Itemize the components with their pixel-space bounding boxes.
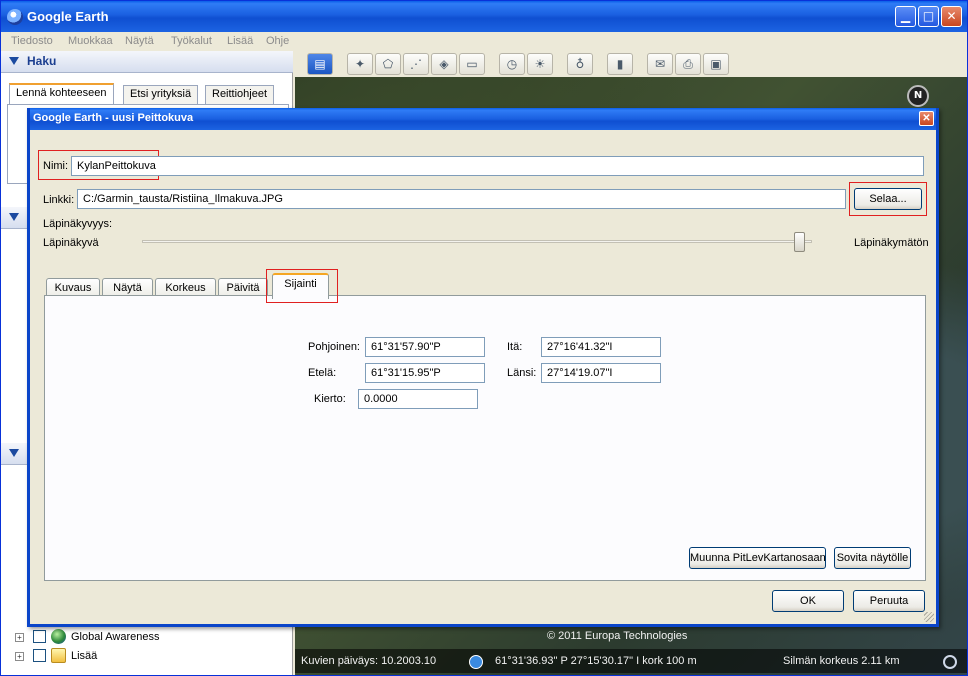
search-tabs: Lennä kohteeseen Etsi yrityksiä Reittioh…: [7, 83, 291, 106]
google-earth-icon: [7, 9, 23, 25]
collapse-arrow-icon[interactable]: [9, 57, 19, 65]
add-polygon-icon[interactable]: ⬠: [375, 53, 401, 75]
email-icon[interactable]: ✉: [647, 53, 673, 75]
search-panel-title: Haku: [27, 54, 57, 68]
highlight-location-tab: [266, 269, 338, 303]
opacity-slider-thumb[interactable]: [794, 232, 806, 252]
fit-to-screen-button[interactable]: Sovita näytölle: [834, 547, 911, 569]
dialog-close-button[interactable]: ✕: [919, 111, 934, 126]
close-button[interactable]: ✕: [941, 6, 962, 27]
globe-icon: [51, 629, 66, 644]
clock-icon[interactable]: [469, 655, 483, 669]
tab-find-businesses[interactable]: Etsi yrityksiä: [123, 85, 199, 105]
tab-fly-to[interactable]: Lennä kohteeseen: [9, 83, 114, 106]
name-input[interactable]: KylanPeittokuva: [71, 156, 924, 176]
search-panel-header[interactable]: Haku: [1, 51, 293, 73]
minimize-button[interactable]: ▁: [895, 6, 916, 27]
cursor-position: 61°31'36.93" P 27°15'30.17" I kork 100 m: [495, 655, 697, 667]
dialog-titlebar[interactable]: Google Earth - uusi Peittokuva ✕: [30, 108, 936, 130]
west-input[interactable]: 27°14'19.07"I: [541, 363, 661, 383]
menu-bar: Tiedosto Muokkaa Näytä Työkalut Lisää Oh…: [1, 32, 967, 51]
opacity-slider-track[interactable]: [142, 240, 812, 243]
compass-icon[interactable]: N: [907, 85, 929, 107]
maximize-button[interactable]: □: [918, 6, 939, 27]
record-tour-icon[interactable]: ▭: [459, 53, 485, 75]
north-input[interactable]: 61°31'57.90"P: [365, 337, 485, 357]
add-image-overlay-icon[interactable]: ◈: [431, 53, 457, 75]
layer-checkbox[interactable]: [33, 649, 46, 662]
east-label: Itä:: [507, 341, 523, 353]
south-label: Etelä:: [308, 367, 337, 379]
convert-button[interactable]: Muunna PitLevKartanosaan: [689, 547, 826, 569]
link-label: Linkki:: [43, 194, 75, 206]
name-label: Nimi:: [43, 160, 69, 172]
toolbar: ▤ ✦ ⬠ ⋰ ◈ ▭ ◷ ☀ ♁ ▮ ✉ ⎙ ▣: [295, 51, 967, 77]
menu-add[interactable]: Lisää: [227, 35, 253, 47]
streaming-icon: [943, 655, 957, 669]
folder-icon: [51, 648, 66, 663]
app-title: Google Earth: [27, 9, 109, 24]
historical-imagery-icon[interactable]: ◷: [499, 53, 525, 75]
eye-altitude: Silmän korkeus 2.11 km: [783, 655, 900, 667]
north-label: Pohjoinen:: [308, 341, 360, 353]
cancel-button[interactable]: Peruuta: [853, 590, 925, 612]
expand-icon[interactable]: +: [15, 652, 24, 661]
collapse-arrow-icon[interactable]: [9, 213, 19, 221]
collapse-arrow-icon[interactable]: [9, 449, 19, 457]
ok-button[interactable]: OK: [772, 590, 844, 612]
map-status-bar: Kuvien päiväys: 10.2003.10 61°31'36.93" …: [295, 649, 967, 673]
add-path-icon[interactable]: ⋰: [403, 53, 429, 75]
ruler-icon[interactable]: ▮: [607, 53, 633, 75]
menu-file[interactable]: Tiedosto: [11, 35, 53, 47]
sidebar-toggle-icon[interactable]: ▤: [307, 53, 333, 75]
rotation-input[interactable]: 0.0000: [358, 389, 478, 409]
layer-label: Global Awareness: [71, 631, 160, 643]
switch-planet-icon[interactable]: ♁: [567, 53, 593, 75]
browse-button[interactable]: Selaa...: [854, 188, 922, 210]
layer-checkbox[interactable]: [33, 630, 46, 643]
tab-directions[interactable]: Reittiohjeet: [205, 85, 275, 105]
rotation-label: Kierto:: [314, 393, 346, 405]
layer-label: Lisää: [71, 650, 98, 662]
resize-grip-icon[interactable]: [924, 612, 934, 622]
opacity-max-label: Läpinäkymätön: [854, 237, 929, 249]
west-label: Länsi:: [507, 367, 537, 379]
print-icon[interactable]: ⎙: [675, 53, 701, 75]
location-tab-panel: Pohjoinen: 61°31'57.90"P Itä: 27°16'41.3…: [44, 295, 926, 581]
menu-edit[interactable]: Muokkaa: [68, 35, 113, 47]
add-placemark-icon[interactable]: ✦: [347, 53, 373, 75]
app-titlebar[interactable]: Google Earth ▁ □ ✕: [1, 1, 967, 32]
link-input[interactable]: C:/Garmin_tausta/Ristiina_Ilmakuva.JPG: [77, 189, 846, 209]
menu-view[interactable]: Näytä: [125, 35, 154, 47]
east-input[interactable]: 27°16'41.32"I: [541, 337, 661, 357]
overlay-dialog: Google Earth - uusi Peittokuva ✕ Nimi: K…: [27, 108, 939, 627]
expand-icon[interactable]: +: [15, 633, 24, 642]
menu-help[interactable]: Ohje: [266, 35, 289, 47]
sunlight-icon[interactable]: ☀: [527, 53, 553, 75]
save-image-icon[interactable]: ▣: [703, 53, 729, 75]
map-credit: © 2011 Europa Technologies: [547, 630, 688, 642]
menu-tools[interactable]: Työkalut: [171, 35, 212, 47]
dialog-title: Google Earth - uusi Peittokuva: [33, 112, 194, 124]
imagery-date: Kuvien päiväys: 10.2003.10: [301, 655, 437, 667]
opacity-min-label: Läpinäkyvä: [43, 237, 99, 249]
opacity-label: Läpinäkyvyys:: [43, 218, 113, 230]
south-input[interactable]: 61°31'15.95"P: [365, 363, 485, 383]
